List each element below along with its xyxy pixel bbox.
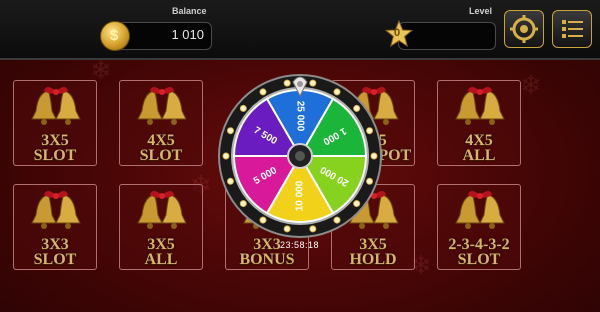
game-type-label: SLOT [139,147,183,164]
light-bulb [226,127,234,135]
light-bulb [366,177,374,185]
gear-icon [510,15,538,43]
game-type-label: SLOT [33,147,77,164]
game-type-label: SLOT [457,251,501,268]
bells-icon [455,87,505,125]
game-type-label: HOLD [349,251,397,268]
level-label: Level [469,6,493,16]
game-size-label: 3X5 [41,132,69,149]
light-bulb [283,225,291,233]
menu-button[interactable] [552,10,592,48]
snowflake-decoration: ❄ [520,70,542,100]
wheel-timer: 23:58:18 [280,240,320,250]
bells-icon [137,87,187,125]
light-bulb [239,200,247,208]
light-bulb [259,216,267,224]
game-tile[interactable]: 2-3-4-3-2 SLOT [437,184,521,270]
list-icon [562,20,583,38]
light-bulb [226,177,234,185]
game-size-label: 4X5 [147,132,175,149]
top-bar: Balance $ 1 010 Level 0 [0,0,600,60]
light-bulb [370,152,378,160]
game-size-label: 2-3-4-3-2 [448,236,510,253]
game-size-label: 4X5 [465,132,493,149]
light-bulb [283,79,291,87]
wheel-prize-label: 25 000 [294,101,305,132]
bells-icon [137,191,187,229]
balance-value: 1 010 [171,27,204,42]
game-type-label: BONUS [239,251,295,268]
coin-icon: $ [100,21,130,51]
wheel-prize-label: 10 000 [295,180,306,211]
light-bulb [366,127,374,135]
game-tile[interactable]: 4X5 SLOT [119,80,203,166]
light-bulb [309,225,317,233]
light-bulb [353,104,361,112]
game-type-label: SLOT [33,251,77,268]
light-bulb [353,200,361,208]
light-bulb [309,79,317,87]
game-type-label: ALL [462,147,496,164]
bells-icon [31,87,81,125]
game-size-label: 3X5 [359,236,387,253]
pointer-pin [297,81,303,87]
game-size-label: 3X5 [147,236,175,253]
fortune-wheel[interactable]: 25 0001 00020 00010 0005 0007 500 [218,74,382,238]
game-tile[interactable]: 3X5 SLOT [13,80,97,166]
light-bulb [239,104,247,112]
settings-button[interactable] [504,10,544,48]
game-type-label: ALL [144,251,178,268]
game-tile[interactable]: 4X5 ALL [437,80,521,166]
balance-label: Balance [172,6,207,16]
game-size-label: 3X3 [41,236,69,253]
game-tile[interactable]: 3X3 SLOT [13,184,97,270]
wheel-hub-center [295,151,305,161]
bells-icon [31,191,81,229]
bells-icon [455,191,505,229]
light-bulb [333,88,341,96]
game-tile[interactable]: 3X5 ALL [119,184,203,270]
level-value: 0 [394,27,401,39]
light-bulb [222,152,230,160]
light-bulb [333,216,341,224]
light-bulb [259,88,267,96]
